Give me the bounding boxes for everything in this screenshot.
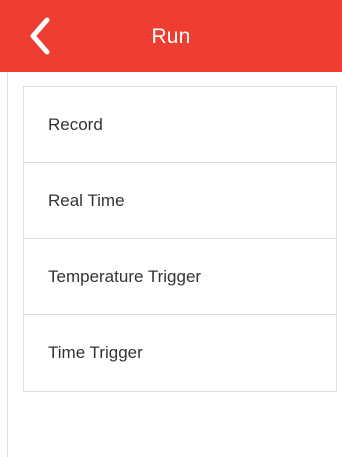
menu-item-real-time[interactable]: Real Time (24, 163, 336, 239)
page-title: Run (151, 25, 191, 48)
header-bar: Run (0, 0, 342, 72)
left-divider (0, 72, 8, 457)
menu-item-label: Real Time (48, 190, 125, 210)
menu-item-record[interactable]: Record (24, 87, 336, 163)
menu-item-label: Time Trigger (48, 343, 143, 362)
back-button[interactable] (20, 14, 60, 58)
menu-item-label: Temperature Trigger (48, 266, 202, 286)
menu-item-time-trigger[interactable]: Time Trigger (24, 315, 336, 391)
menu-item-label: Record (48, 114, 103, 134)
run-screen: Run Record Real Time Temperature Trigger… (0, 0, 342, 457)
menu-item-temperature-trigger[interactable]: Temperature Trigger (24, 239, 336, 315)
chevron-left-icon (30, 17, 50, 55)
run-menu-list: Record Real Time Temperature Trigger Tim… (23, 86, 337, 392)
